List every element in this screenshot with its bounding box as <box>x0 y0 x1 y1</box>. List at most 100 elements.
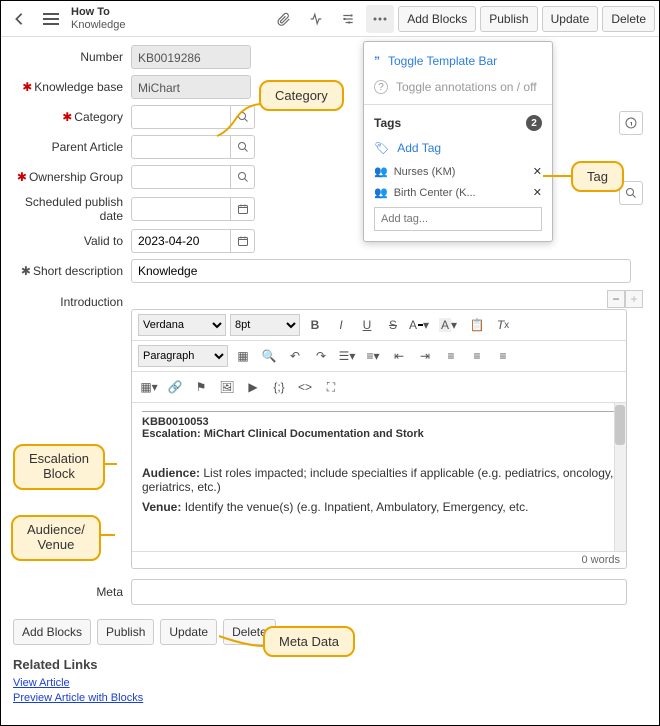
meta-label: Meta <box>11 585 131 599</box>
short-desc-input[interactable] <box>131 259 631 283</box>
settings-sliders-icon[interactable] <box>334 5 362 33</box>
attachment-icon[interactable] <box>270 5 298 33</box>
add-tag-link[interactable]: 🏷 Add Tag <box>364 135 552 161</box>
valid-date-picker[interactable] <box>231 229 255 253</box>
update-button-bottom[interactable]: Update <box>160 619 217 645</box>
video-button[interactable]: ▶ <box>242 376 264 398</box>
help-icon: ? <box>374 80 388 94</box>
parent-lookup[interactable] <box>231 135 255 159</box>
preview-article-link[interactable]: Preview Article with Blocks <box>13 691 647 706</box>
meta-input[interactable] <box>131 579 627 605</box>
owner-label: ✱Ownership Group <box>11 170 131 184</box>
valid-label: Valid to <box>11 234 131 248</box>
collapse-button[interactable]: − <box>607 290 625 308</box>
callout-meta: Meta Data <box>263 626 355 657</box>
italic-button[interactable]: I <box>330 314 352 336</box>
publish-button-bottom[interactable]: Publish <box>97 619 154 645</box>
tag2-text: Birth Center (K... <box>394 187 476 199</box>
redo-button[interactable]: ↷ <box>310 345 332 367</box>
add-blocks-button[interactable]: Add Blocks <box>398 6 476 32</box>
more-icon[interactable] <box>366 5 394 33</box>
source-button[interactable]: <> <box>294 376 316 398</box>
align-center-button[interactable]: ≡ <box>466 345 488 367</box>
table-button-2[interactable]: ▦▾ <box>138 376 160 398</box>
venue-line: Venue: Identify the venue(s) (e.g. Inpat… <box>142 500 616 514</box>
quote-icon: ” <box>374 54 380 68</box>
related-header: Related Links <box>13 657 647 672</box>
sched-input[interactable] <box>131 197 231 221</box>
image-button[interactable]: 🖼 <box>216 376 238 398</box>
add-tag-input[interactable] <box>374 207 542 231</box>
link-button[interactable]: 🔗 <box>164 376 186 398</box>
clear-format-button[interactable]: Tx <box>492 314 514 336</box>
callout-audience: Audience/ Venue <box>11 515 101 561</box>
paste-button[interactable]: 📋 <box>466 314 488 336</box>
audience-line: Audience: List roles impacted; include s… <box>142 466 616 494</box>
info-icon[interactable] <box>619 111 643 135</box>
outdent-button[interactable]: ⇤ <box>388 345 410 367</box>
strike-button[interactable]: S <box>382 314 404 336</box>
parent-input[interactable] <box>131 135 231 159</box>
callout-category: Category <box>259 80 344 111</box>
sched-date-picker[interactable] <box>231 197 255 221</box>
intro-label: Introduction <box>11 295 131 309</box>
bold-button[interactable]: B <box>304 314 326 336</box>
owner-lookup[interactable] <box>231 165 255 189</box>
tag-row: 👥Birth Center (K... ✕ <box>364 182 552 203</box>
callout-escalation: Escalation Block <box>13 444 105 490</box>
ol-button[interactable]: ≡▾ <box>362 345 384 367</box>
textcolor-button[interactable]: A▾ <box>408 314 430 336</box>
view-article-link[interactable]: View Article <box>13 676 647 691</box>
add-blocks-button-bottom[interactable]: Add Blocks <box>13 619 91 645</box>
table-button[interactable]: ▦ <box>232 345 254 367</box>
bgcolor-button[interactable]: A▾ <box>434 314 462 336</box>
editor-body[interactable]: KBB0010053 Escalation: MiChart Clinical … <box>132 403 626 551</box>
back-button[interactable] <box>5 5 33 33</box>
intro-editor[interactable]: Verdana 8pt B I U S A▾ A▾ 📋 Tx Paragraph… <box>131 309 627 569</box>
para-select[interactable]: Paragraph <box>138 345 228 367</box>
editor-scrollbar[interactable] <box>614 403 626 551</box>
kbb-id: KBB0010053 <box>142 416 616 428</box>
crumb-line1: How To <box>71 6 125 18</box>
undo-button[interactable]: ↶ <box>284 345 306 367</box>
tags-count-badge: 2 <box>526 115 542 131</box>
more-dropdown: ” Toggle Template Bar ? Toggle annotatio… <box>363 41 553 242</box>
activity-icon[interactable] <box>302 5 330 33</box>
fullscreen-button[interactable]: ⛶ <box>320 376 342 398</box>
number-value: KB0019286 <box>131 45 251 69</box>
size-select[interactable]: 8pt <box>230 314 300 336</box>
tags-header: Tags <box>374 116 401 130</box>
align-right-button[interactable]: ≡ <box>492 345 514 367</box>
ul-button[interactable]: ☰▾ <box>336 345 358 367</box>
publish-button[interactable]: Publish <box>480 6 537 32</box>
escalation-title: Escalation: MiChart Clinical Documentati… <box>142 428 616 440</box>
embed-button[interactable]: {;} <box>268 376 290 398</box>
remove-tag1[interactable]: ✕ <box>533 165 542 178</box>
kb-value: MiChart <box>131 75 251 99</box>
expand-button[interactable]: + <box>625 290 643 308</box>
category-label: ✱Category <box>11 110 131 124</box>
toggle-annotations[interactable]: ? Toggle annotations on / off <box>364 74 552 100</box>
update-button[interactable]: Update <box>542 6 599 32</box>
menu-button[interactable] <box>37 5 65 33</box>
font-select[interactable]: Verdana <box>138 314 226 336</box>
word-count: 0 words <box>132 551 626 568</box>
valid-input[interactable] <box>131 229 231 253</box>
owner-input[interactable] <box>131 165 231 189</box>
anchor-button[interactable]: ⚑ <box>190 376 212 398</box>
tag-icon: 🏷 <box>374 141 389 155</box>
find-button[interactable]: 🔍 <box>258 345 280 367</box>
toggle-template-bar[interactable]: ” Toggle Template Bar <box>364 48 552 74</box>
tag1-text: Nurses (KM) <box>394 166 456 178</box>
parent-label: Parent Article <box>11 140 131 154</box>
remove-tag2[interactable]: ✕ <box>533 186 542 199</box>
underline-button[interactable]: U <box>356 314 378 336</box>
short-label: ✱Short description <box>11 264 131 278</box>
kb-label: ✱Knowledge base <box>11 80 131 94</box>
sched-label: Scheduled publish date <box>11 195 131 223</box>
align-left-button[interactable]: ≡ <box>440 345 462 367</box>
delete-button[interactable]: Delete <box>602 6 655 32</box>
number-label: Number <box>11 50 131 64</box>
breadcrumb: How To Knowledge <box>69 6 125 30</box>
indent-button[interactable]: ⇥ <box>414 345 436 367</box>
